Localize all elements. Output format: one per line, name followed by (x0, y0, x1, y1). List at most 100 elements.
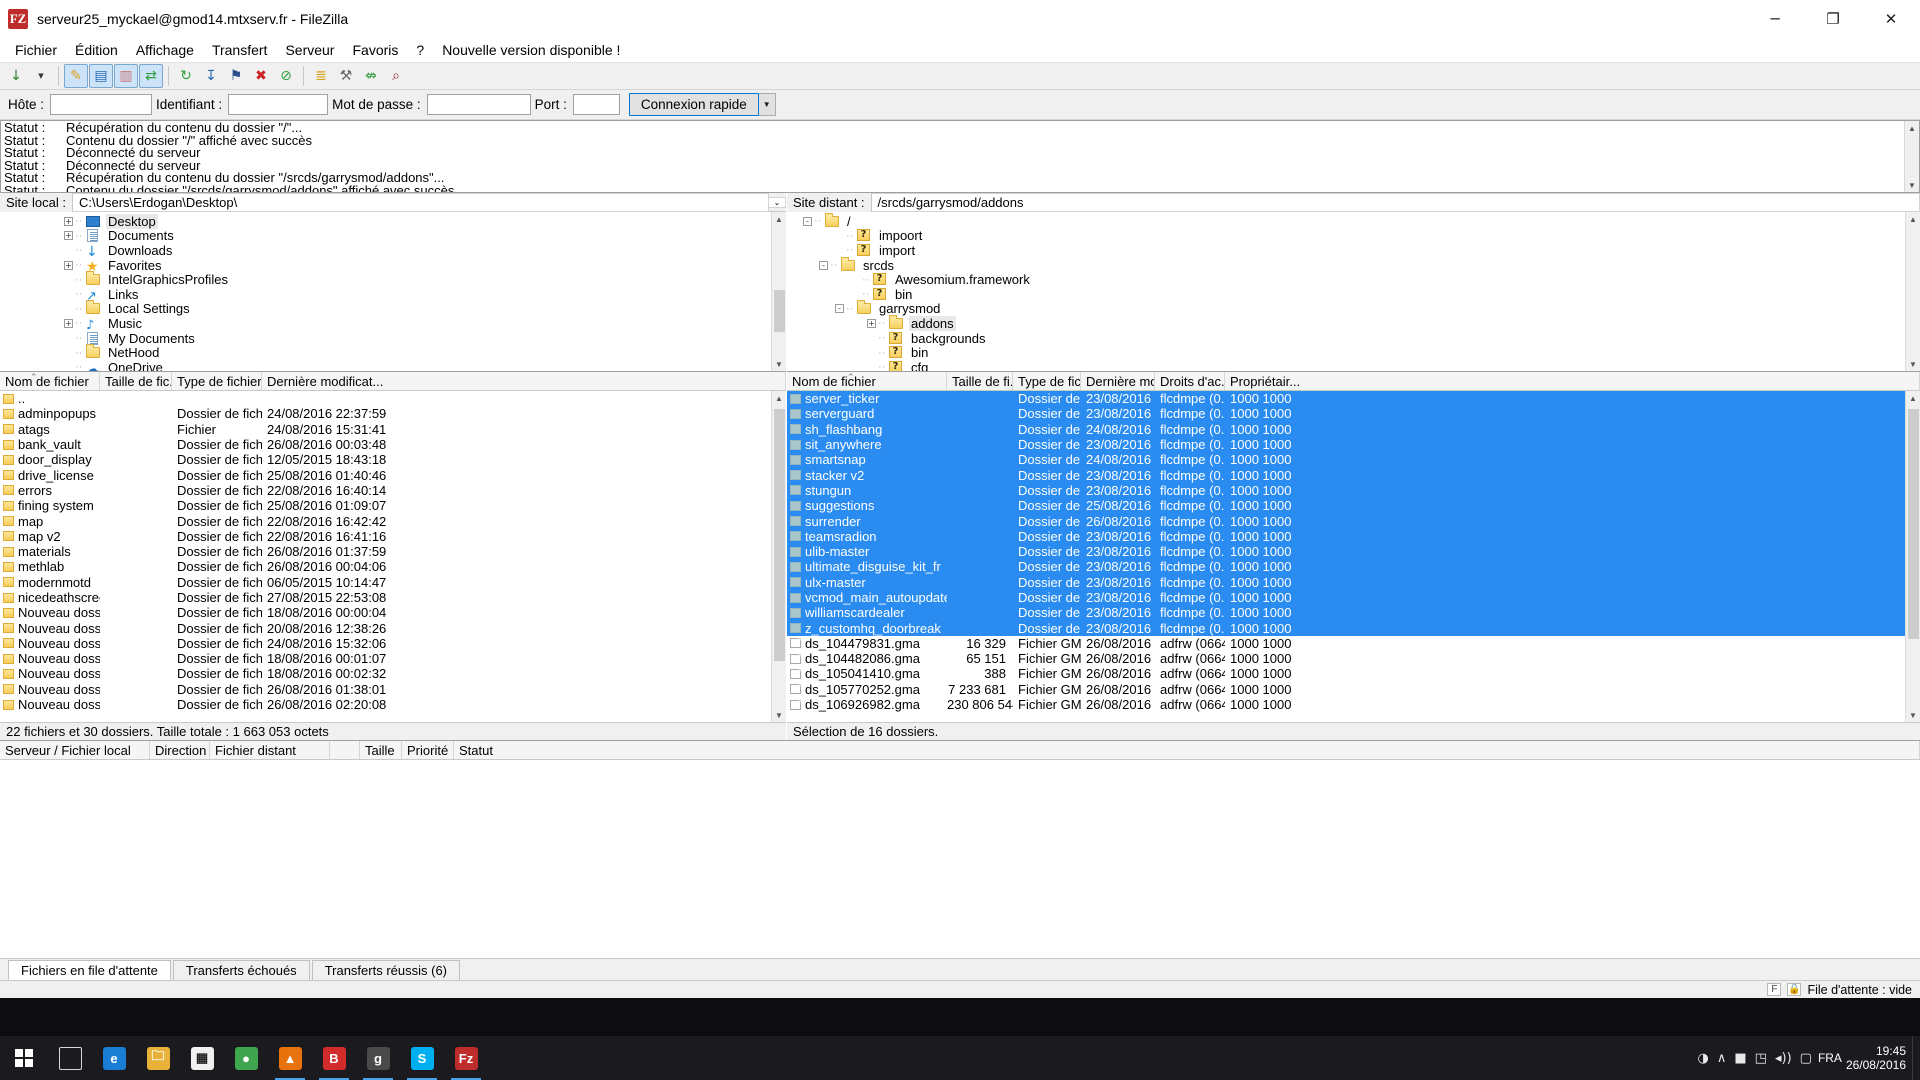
local-file-list-scrollbar[interactable]: ▲ ▼ (771, 391, 786, 722)
file-row[interactable]: suggestions Dossier de ... 25/08/2016 01:.… (787, 498, 1905, 514)
scroll-down-icon[interactable]: ▼ (1909, 357, 1917, 371)
expand-icon[interactable]: + (64, 260, 73, 270)
toggle-remote-tree-icon[interactable]: ▥ (114, 64, 138, 88)
taskbar-edge-browser[interactable]: e (92, 1036, 136, 1080)
scroll-down-icon[interactable]: ▼ (775, 357, 783, 371)
file-row[interactable]: adminpopups Dossier de fich... 24/08/2016 … (0, 406, 771, 421)
message-log-scrollbar[interactable]: ▲ ▼ (1904, 121, 1919, 192)
menu-item-1[interactable]: Édition (66, 40, 127, 60)
remote-file-list-scrollbar[interactable]: ▲ ▼ (1905, 391, 1920, 722)
file-row[interactable]: errors Dossier de fich... 22/08/2016 16:40… (0, 483, 771, 498)
notification-icon[interactable]: ◑ (1698, 1051, 1709, 1066)
file-row[interactable]: Nouveau dossie... Dossier de fich... 26/08… (0, 682, 771, 697)
queue-column-header[interactable] (330, 741, 360, 759)
tree-node[interactable]: ·· ↓ Downloads (0, 243, 771, 259)
file-row[interactable]: ulib-master Dossier de ... 23/08/2016 17:.… (787, 543, 1905, 560)
column-header[interactable]: Nom de fichier ⌃ (0, 372, 100, 390)
toggle-message-log-icon[interactable]: ✎ (64, 64, 88, 88)
file-row[interactable]: sit_anywhere Dossier de ... 23/08/2016 17:… (787, 436, 1905, 453)
site-manager-icon[interactable]: ↓ (4, 64, 28, 88)
scroll-down-icon[interactable]: ▼ (1909, 708, 1917, 722)
tree-node[interactable]: + ·· addons (787, 315, 1905, 331)
remote-file-rows[interactable]: server_ticker Dossier de ... 23/08/2016 17… (787, 391, 1905, 722)
queue-column-header[interactable]: Direction (150, 741, 210, 759)
queue-column-header[interactable]: Taille (360, 741, 402, 759)
file-row[interactable]: modernmotd Dossier de fich... 06/05/2015 1… (0, 575, 771, 590)
expand-icon[interactable]: + (64, 318, 73, 328)
menu-item-6[interactable]: ? (407, 40, 433, 60)
dropdown-caret-icon[interactable]: ▼ (29, 64, 53, 88)
file-row[interactable]: ds_106926982.gma 230 806 544 Fichier GMA 26… (787, 697, 1905, 712)
search-remote-files-icon[interactable]: ⌕ (384, 64, 408, 88)
remote-tree-scrollbar[interactable]: ▲ ▼ (1905, 212, 1920, 371)
column-header[interactable]: Propriétair... (1225, 372, 1920, 390)
tree-node[interactable]: - ·· srcds (787, 258, 1905, 273)
file-row[interactable]: Nouveau dossier Dossier de fich... 18/08/2… (0, 605, 771, 620)
minimize-button[interactable]: ─ (1746, 0, 1804, 37)
toggle-bookmark-icon[interactable]: ⚑ (224, 64, 248, 88)
file-row[interactable]: atags Fichier 24/08/2016 15:31:41 (0, 422, 771, 437)
menu-item-2[interactable]: Affichage (127, 40, 203, 60)
tree-node[interactable]: - ·· garrysmod (787, 301, 1905, 316)
cancel-icon[interactable]: ✖ (249, 64, 273, 88)
file-row[interactable]: stungun Dossier de ... 23/08/2016 17:... fl… (787, 482, 1905, 499)
file-row[interactable]: .. (0, 391, 771, 406)
menu-item-7[interactable]: Nouvelle version disponible ! (433, 40, 629, 60)
language-indicator[interactable]: FRA (1818, 1051, 1846, 1065)
remote-directory-tree[interactable]: - ·· / ··? impoort ··? import - ·· srcds ··? Awesom… (787, 212, 1905, 371)
taskbar-bandicam[interactable]: B (312, 1036, 356, 1080)
menu-item-0[interactable]: Fichier (6, 40, 66, 60)
file-row[interactable]: Nouveau dossie... Dossier de fich... 18/08… (0, 666, 771, 681)
taskbar-store[interactable]: ▦ (180, 1036, 224, 1080)
file-row[interactable]: map Dossier de fich... 22/08/2016 16:42:42 (0, 513, 771, 529)
scroll-thumb[interactable] (1908, 409, 1919, 639)
file-row[interactable]: Nouveau dossie... Dossier de fich... 26/08… (0, 697, 771, 712)
tree-node[interactable]: ·· My Documents (0, 331, 771, 346)
queue-body[interactable] (0, 760, 1920, 958)
refresh-icon[interactable]: ↻ (174, 64, 198, 88)
scroll-down-icon[interactable]: ▼ (1908, 178, 1916, 192)
scroll-up-icon[interactable]: ▲ (1909, 391, 1917, 405)
file-row[interactable]: ds_104479831.gma 16 329 Fichier GMA 26/08/2… (787, 636, 1905, 651)
queue-tab[interactable]: Transferts réussis (6) (311, 960, 461, 980)
file-row[interactable]: methlab Dossier de fich... 26/08/2016 00:0… (0, 559, 771, 574)
queue-column-header[interactable]: Statut (454, 741, 1920, 759)
scroll-thumb[interactable] (774, 409, 785, 661)
tree-node[interactable]: ··? Awesomium.framework (787, 272, 1905, 287)
file-row[interactable]: fining system Dossier de fich... 25/08/201… (0, 498, 771, 513)
network-icon[interactable]: ◳ (1755, 1051, 1767, 1066)
scroll-up-icon[interactable]: ▲ (775, 212, 783, 226)
scroll-up-icon[interactable]: ▲ (1909, 212, 1917, 226)
tree-node[interactable]: ··? import (787, 243, 1905, 258)
tree-node[interactable]: ·· ☁ OneDrive (0, 360, 771, 371)
column-header[interactable]: Dernière modif... (1081, 372, 1155, 390)
expand-icon[interactable]: + (64, 231, 73, 241)
show-desktop-button[interactable] (1912, 1036, 1920, 1080)
file-row[interactable]: serverguard Dossier de ... 23/08/2016 17:.… (787, 406, 1905, 422)
file-row[interactable]: teamsradion Dossier de ... 23/08/2016 17:.… (787, 528, 1905, 544)
action-center-icon[interactable]: ▢ (1800, 1051, 1812, 1066)
scroll-up-icon[interactable]: ▲ (1908, 121, 1916, 135)
queue-column-header[interactable]: Priorité (402, 741, 454, 759)
expand-icon[interactable]: + (867, 318, 876, 328)
tree-node[interactable]: + ·· ★ Favorites (0, 258, 771, 274)
volume-icon[interactable]: ◂)) (1775, 1051, 1792, 1066)
taskbar-skype[interactable]: S (400, 1036, 444, 1080)
synchronized-browsing-icon[interactable]: ⇎ (359, 64, 383, 88)
file-row[interactable]: ds_105041410.gma 388 Fichier GMA 26/08/2016… (787, 666, 1905, 681)
quick-connect-button[interactable]: Connexion rapide (628, 93, 759, 116)
tree-node[interactable]: ·· NetHood (0, 345, 771, 360)
file-row[interactable]: surrender Dossier de ... 26/08/2016 01:...… (787, 513, 1905, 529)
column-header[interactable]: Droits d'ac... (1155, 372, 1225, 390)
tree-node[interactable]: ··? backgrounds (787, 331, 1905, 346)
toggle-local-tree-icon[interactable]: ▤ (89, 64, 113, 88)
file-row[interactable]: williamscardealer Dossier de ... 23/08/201… (787, 605, 1905, 621)
file-row[interactable]: materials Dossier de fich... 26/08/2016 01… (0, 544, 771, 559)
local-path-input[interactable]: C:\Users\Erdogan\Desktop\ (72, 192, 769, 212)
collapse-icon[interactable]: - (819, 260, 828, 270)
file-row[interactable]: Nouveau dossie... Dossier de fich... 18/08… (0, 651, 771, 666)
collapse-icon[interactable]: - (835, 304, 844, 314)
process-queue-icon[interactable]: ↧ (199, 64, 223, 88)
file-row[interactable]: ds_105770252.gma 7 233 681 Fichier GMA 26/0… (787, 682, 1905, 697)
clock[interactable]: 19:45 26/08/2016 (1846, 1044, 1912, 1072)
